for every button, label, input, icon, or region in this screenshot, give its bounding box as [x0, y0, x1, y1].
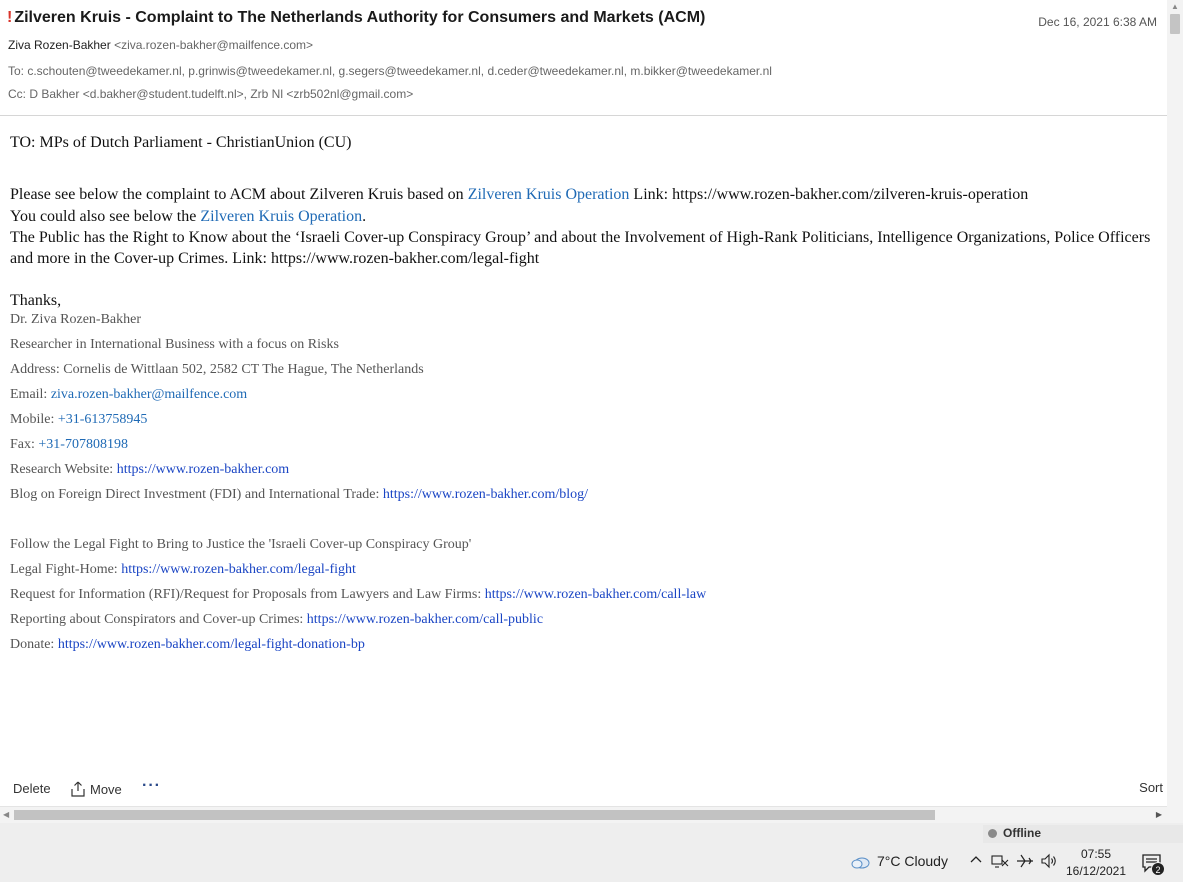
horizontal-scrollbar[interactable]: ◀ ▶ — [0, 806, 1167, 823]
email-subject: ! Zilveren Kruis - Complaint to The Nethe… — [7, 9, 705, 27]
email-signature: Dr. Ziva Rozen-Bakher Researcher in Inte… — [10, 307, 1160, 657]
sig-donate-row: Donate: https://www.rozen-bakher.com/leg… — [10, 632, 1160, 657]
from-address[interactable]: <ziva.rozen-bakher@mailfence.com> — [114, 38, 313, 52]
email-body: TO: MPs of Dutch Parliament - ChristianU… — [10, 132, 1160, 657]
sig-mobile-row: Mobile: +31-613758945 — [10, 407, 1160, 432]
sig-donate-label: Donate: — [10, 637, 58, 652]
sig-rfi-link[interactable]: https://www.rozen-bakher.com/call-law — [485, 587, 706, 602]
body-paragraph-2: You could also see below the Zilveren Kr… — [10, 206, 1160, 227]
delete-button[interactable]: Delete — [13, 781, 51, 796]
sig-fax-row: Fax: +31-707808198 — [10, 432, 1160, 457]
sig-email-link[interactable]: ziva.rozen-bakher@mailfence.com — [51, 387, 247, 402]
email-to-recipients[interactable]: To: c.schouten@tweedekamer.nl, p.grinwis… — [8, 64, 772, 78]
sig-legal-link[interactable]: https://www.rozen-bakher.com/legal-fight — [121, 562, 356, 577]
chevron-up-icon[interactable] — [969, 853, 983, 870]
zilveren-kruis-operation-link[interactable]: Zilveren Kruis Operation — [468, 186, 630, 203]
sig-mobile-link[interactable]: +31-613758945 — [58, 412, 148, 427]
body-greeting: TO: MPs of Dutch Parliament - ChristianU… — [10, 134, 352, 151]
sig-donate-link[interactable]: https://www.rozen-bakher.com/legal-fight… — [58, 637, 365, 652]
sig-report-link[interactable]: https://www.rozen-bakher.com/call-public — [307, 612, 543, 627]
sig-follow: Follow the Legal Fight to Bring to Justi… — [10, 537, 472, 552]
scroll-left-arrow-icon[interactable]: ◀ — [3, 810, 9, 819]
body-paragraph-3: The Public has the Right to Know about t… — [10, 229, 1151, 267]
body-paragraph-1: Please see below the complaint to ACM ab… — [10, 182, 1160, 207]
sig-blog-link[interactable]: https://www.rozen-bakher.com/blog/ — [383, 487, 588, 502]
offline-label: Offline — [1003, 826, 1041, 840]
sig-fax-link[interactable]: +31-707808198 — [38, 437, 128, 452]
airplane-icon[interactable] — [1016, 853, 1034, 872]
taskbar-clock[interactable]: 07:55 16/12/2021 — [1062, 846, 1130, 880]
more-options-button[interactable]: ··· — [142, 777, 161, 795]
clock-time: 07:55 — [1080, 847, 1112, 861]
p2-end: . — [362, 208, 367, 225]
zilveren-kruis-operation-link-2[interactable]: Zilveren Kruis Operation — [200, 208, 362, 225]
sig-title: Researcher in International Business wit… — [10, 337, 339, 352]
from-name[interactable]: Ziva Rozen-Bakher — [8, 38, 111, 52]
p2-text: You could also see below the — [10, 208, 201, 225]
clock-date: 16/12/2021 — [1065, 864, 1127, 878]
status-dot-icon — [988, 829, 997, 838]
sig-rfi-label: Request for Information (RFI)/Request fo… — [10, 587, 485, 602]
sig-blog-label: Blog on Foreign Direct Investment (FDI) … — [10, 487, 383, 502]
scrollbar-corner — [1167, 806, 1183, 823]
move-label: Move — [90, 782, 122, 797]
email-date: Dec 16, 2021 6:38 AM — [1038, 15, 1157, 29]
offline-status: Offline — [983, 825, 1183, 843]
sig-report-row: Reporting about Conspirators and Cover-u… — [10, 607, 1160, 632]
sig-mobile-label: Mobile: — [10, 412, 58, 427]
sig-website-row: Research Website: https://www.rozen-bakh… — [10, 457, 1160, 482]
cloud-weather-icon — [851, 857, 870, 869]
sig-email-label: Email: — [10, 387, 51, 402]
notification-count-badge: 2 — [1151, 862, 1165, 876]
sig-email-row: Email: ziva.rozen-bakher@mailfence.com — [10, 382, 1160, 407]
p1-text: Please see below the complaint to ACM ab… — [10, 186, 468, 203]
sig-address: Address: Cornelis de Wittlaan 502, 2582 … — [10, 362, 424, 377]
subject-text: Zilveren Kruis - Complaint to The Nether… — [14, 9, 706, 26]
sig-report-label: Reporting about Conspirators and Cover-u… — [10, 612, 307, 627]
sig-rfi-row: Request for Information (RFI)/Request fo… — [10, 582, 1160, 607]
sig-name: Dr. Ziva Rozen-Bakher — [10, 312, 142, 327]
p1-link-text: Link: https://www.rozen-bakher.com/zilve… — [629, 186, 1029, 203]
sig-blog-row: Blog on Foreign Direct Investment (FDI) … — [10, 482, 1160, 507]
vertical-scrollbar[interactable]: ▲ — [1167, 0, 1183, 806]
notification-center-button[interactable]: 2 — [1141, 853, 1165, 878]
sig-legal-label: Legal Fight-Home: — [10, 562, 122, 577]
weather-text: 7°C Cloudy — [877, 853, 948, 869]
volume-icon[interactable] — [1040, 853, 1058, 872]
sig-fax-label: Fax: — [10, 437, 39, 452]
weather-widget[interactable]: 7°C Cloudy — [851, 853, 948, 870]
scroll-up-arrow-icon[interactable]: ▲ — [1171, 2, 1179, 11]
move-button[interactable]: Move — [70, 781, 122, 797]
importance-icon: ! — [7, 9, 13, 26]
email-header: ! Zilveren Kruis - Complaint to The Nethe… — [0, 0, 1167, 116]
share-move-icon — [71, 781, 85, 797]
message-toolbar: Delete Move ··· Sort — [0, 775, 1167, 803]
horizontal-scroll-thumb[interactable] — [14, 810, 935, 820]
sig-legal-row: Legal Fight-Home: https://www.rozen-bakh… — [10, 557, 1160, 582]
scroll-right-arrow-icon[interactable]: ▶ — [1156, 810, 1162, 819]
vertical-scroll-thumb[interactable] — [1170, 14, 1180, 34]
sig-website-label: Research Website: — [10, 462, 117, 477]
sig-website-link[interactable]: https://www.rozen-bakher.com — [117, 462, 290, 477]
sort-button[interactable]: Sort — [1139, 780, 1163, 795]
email-cc-recipients[interactable]: Cc: D Bakher <d.bakher@student.tudelft.n… — [8, 87, 413, 101]
email-from[interactable]: Ziva Rozen-Bakher <ziva.rozen-bakher@mai… — [8, 38, 313, 52]
network-icon[interactable] — [991, 853, 1009, 872]
